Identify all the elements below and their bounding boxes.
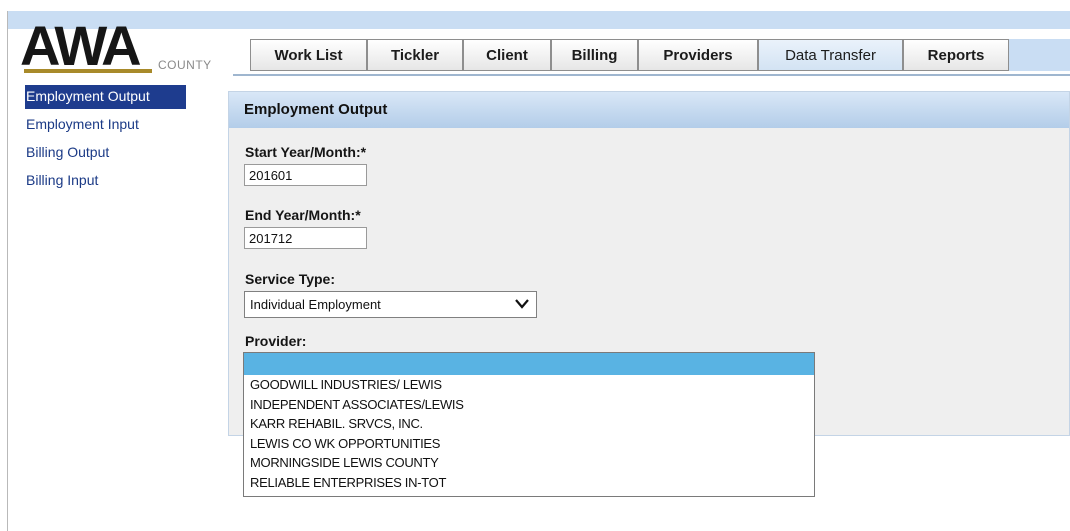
chevron-down-icon [515,299,529,309]
sidebar-item-employment-output[interactable]: Employment Output [25,85,186,109]
end-year-month-input[interactable] [244,227,367,249]
provider-option[interactable]: GOODWILL INDUSTRIES/ LEWIS [244,375,814,395]
tab-reports[interactable]: Reports [903,39,1009,71]
tab-providers[interactable]: Providers [638,39,758,71]
provider-label: Provider: [245,333,307,349]
start-label: Start Year/Month:* [245,144,367,160]
service-type-select[interactable]: Individual Employment [244,291,537,318]
end-label: End Year/Month:* [245,207,361,223]
provider-option[interactable]: LEWIS CO WK OPPORTUNITIES [244,434,814,454]
sidebar-item-billing-input[interactable]: Billing Input [25,169,195,193]
provider-option-blank[interactable] [244,353,814,375]
service-type-value: Individual Employment [250,297,381,312]
logo-text: AWA [20,14,142,77]
start-year-month-input[interactable] [244,164,367,186]
provider-option[interactable]: RELIABLE ENTERPRISES IN-TOT [244,473,814,493]
logo-underline [24,69,152,73]
logo-county-text: COUNTY [158,58,212,72]
tab-bar-filler [1009,39,1070,71]
sidebar-nav: Employment Output Employment Input Billi… [25,85,195,197]
provider-option[interactable]: MORNINGSIDE LEWIS COUNTY [244,453,814,473]
tab-work-list[interactable]: Work List [250,39,367,71]
provider-dropdown-list[interactable]: GOODWILL INDUSTRIES/ LEWIS INDEPENDENT A… [243,352,815,497]
main-tabs: Work List Tickler Client Billing Provide… [233,36,1070,76]
tab-client[interactable]: Client [463,39,551,71]
panel-title: Employment Output [229,92,1069,128]
sidebar-item-employment-input[interactable]: Employment Input [25,113,195,137]
tab-data-transfer[interactable]: Data Transfer [758,39,903,71]
provider-option[interactable]: INDEPENDENT ASSOCIATES/LEWIS [244,395,814,415]
sidebar-item-billing-output[interactable]: Billing Output [25,141,195,165]
awa-logo: AWA COUNTY [20,18,220,76]
service-type-label: Service Type: [245,271,336,287]
tab-tickler[interactable]: Tickler [367,39,463,71]
tab-billing[interactable]: Billing [551,39,638,71]
provider-option[interactable]: KARR REHABIL. SRVCS, INC. [244,414,814,434]
